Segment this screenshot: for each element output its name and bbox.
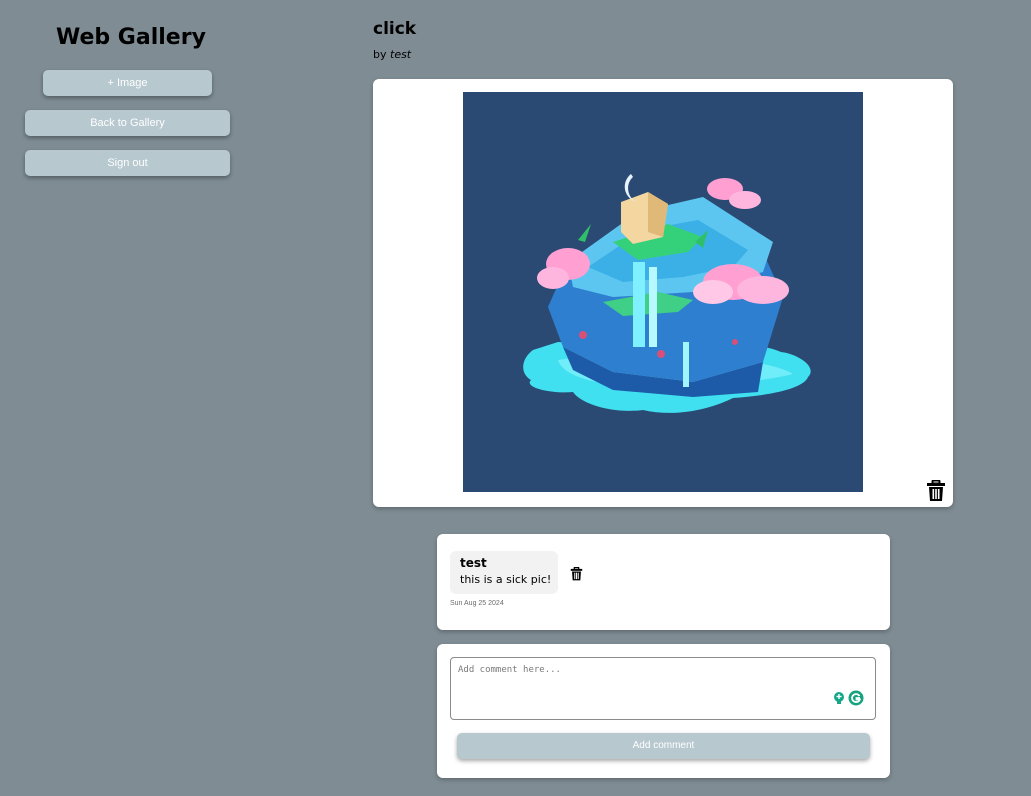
lightbulb-icon[interactable] xyxy=(831,690,847,706)
sign-out-button[interactable]: Sign out xyxy=(25,150,230,176)
trash-icon[interactable] xyxy=(570,566,583,581)
grammarly-icon[interactable] xyxy=(848,690,864,706)
comment-date: Sun Aug 25 2024 xyxy=(450,600,504,607)
extension-icons xyxy=(831,690,865,708)
comment-item: test this is a sick pic! xyxy=(450,551,558,594)
add-comment-button[interactable]: Add comment xyxy=(457,733,870,759)
image-author: test xyxy=(390,48,412,61)
add-image-button[interactable]: + Image xyxy=(43,70,212,96)
floating-island-illustration xyxy=(463,92,863,492)
comment-author: test xyxy=(460,556,487,570)
app-title: Web Gallery xyxy=(56,25,206,50)
comment-text: this is a sick pic! xyxy=(460,573,552,586)
image-title: click xyxy=(373,19,417,39)
gallery-image xyxy=(463,92,863,492)
image-card xyxy=(373,79,953,507)
comment-input[interactable] xyxy=(450,657,876,720)
comments-list: test this is a sick pic! Sun Aug 25 2024 xyxy=(437,534,890,630)
back-to-gallery-button[interactable]: Back to Gallery xyxy=(25,110,230,136)
byline-prefix: by xyxy=(373,48,387,61)
image-byline: by test xyxy=(373,47,411,63)
add-comment-form: Add comment xyxy=(437,644,890,778)
trash-icon[interactable] xyxy=(926,479,946,502)
